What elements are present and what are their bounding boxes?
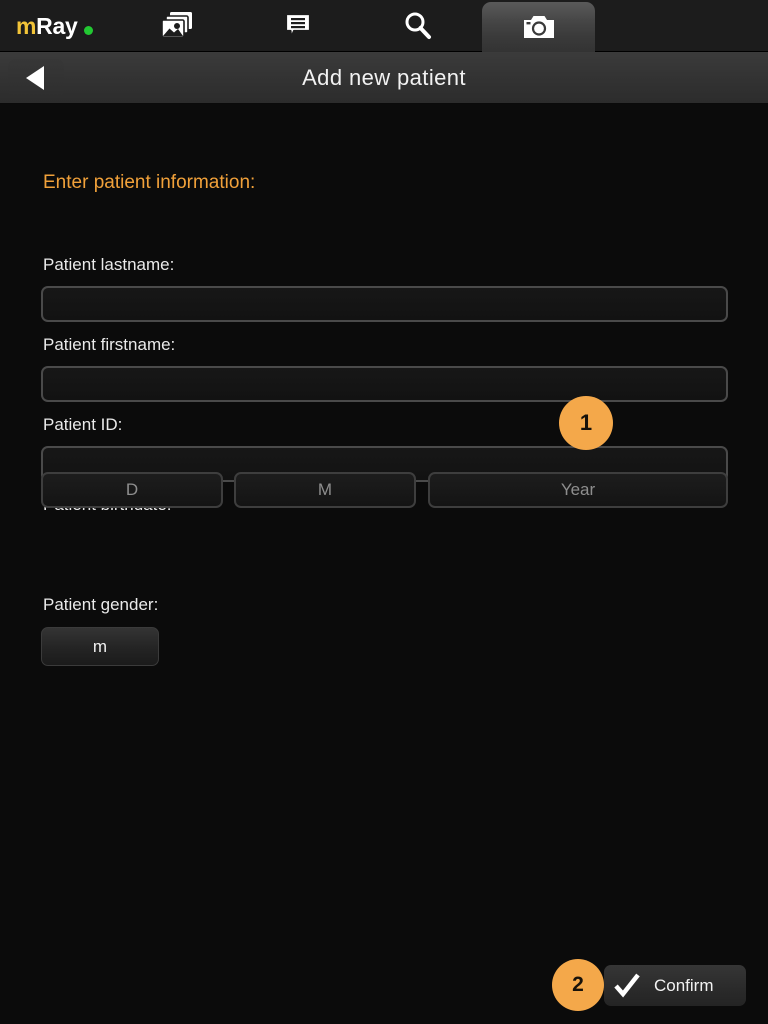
section-title: Enter patient information: — [43, 172, 256, 193]
page-title: Add new patient — [302, 65, 466, 90]
search-icon — [402, 10, 434, 42]
input-birthdate-year[interactable]: Year — [428, 472, 728, 508]
step-badge-1: 1 — [559, 396, 613, 450]
chat-bubble-icon — [282, 11, 314, 41]
tab-search[interactable] — [361, 0, 474, 52]
page-header: Add new patient — [0, 52, 768, 104]
step-badge-2: 2 — [552, 959, 604, 1011]
confirm-button-label: Confirm — [654, 975, 714, 995]
app-root: m Ray Add new patient Enter patient info… — [0, 0, 768, 1024]
tab-images[interactable] — [121, 0, 234, 52]
status-dot-icon — [84, 26, 94, 35]
checkmark-icon — [612, 972, 642, 1000]
input-patient-firstname[interactable] — [41, 366, 728, 402]
app-logo: m Ray — [16, 0, 94, 52]
label-patient-firstname: Patient firstname: — [43, 335, 176, 354]
label-patient-id: Patient ID: — [43, 415, 123, 434]
logo-text-m: m — [16, 12, 37, 39]
tab-camera[interactable] — [482, 2, 595, 52]
label-patient-lastname: Patient lastname: — [43, 255, 175, 274]
select-patient-gender[interactable]: m — [41, 627, 159, 666]
form-content: Enter patient information: Patient lastn… — [0, 104, 768, 1024]
images-stack-icon — [160, 11, 195, 41]
input-patient-lastname[interactable] — [41, 286, 728, 322]
tab-chat[interactable] — [241, 0, 354, 52]
camera-icon — [523, 14, 555, 40]
confirm-button[interactable]: Confirm — [604, 965, 746, 1006]
input-birthdate-day[interactable]: D — [41, 472, 223, 508]
logo-text-ray: Ray — [36, 12, 78, 39]
top-tab-bar: m Ray — [0, 0, 768, 52]
input-birthdate-month[interactable]: M — [234, 472, 416, 508]
label-patient-gender: Patient gender: — [43, 595, 159, 614]
